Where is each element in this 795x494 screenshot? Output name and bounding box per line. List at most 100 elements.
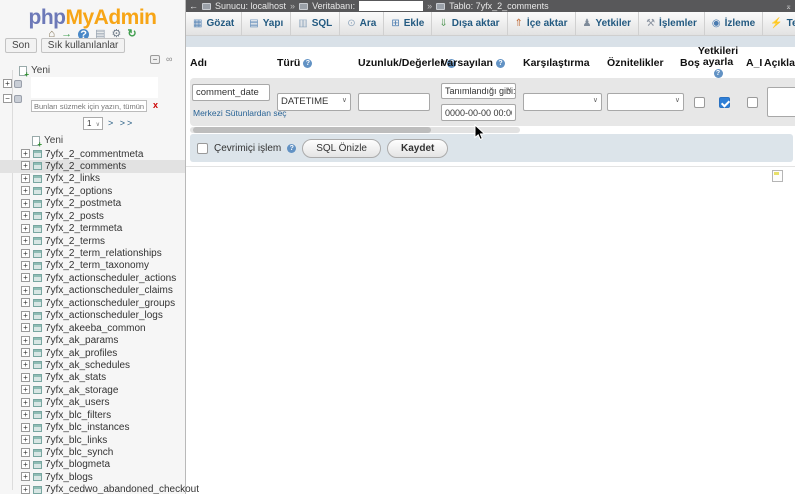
column-type-select[interactable]: DATETIME∨ [277,93,351,111]
phpmyadmin-logo[interactable]: phpMyAdmin [0,6,185,30]
table-name[interactable]: 7yfx_2_commentmeta [45,149,143,160]
help-icon[interactable]: ? [496,59,505,68]
nav-table-row[interactable]: + 7yfx_actionscheduler_groups [0,297,185,309]
nav-table-row[interactable]: + 7yfx_2_postmeta [0,198,185,210]
table-name[interactable]: 7yfx_blogmeta [45,459,110,470]
adjust-privileges-checkbox[interactable] [719,97,730,108]
table-name[interactable]: 7yfx_2_comments [45,161,126,172]
tab-item[interactable]: ⚡ Tetikleyiciler [763,12,795,35]
attributes-select[interactable]: ∨ [607,93,684,111]
expand-table-icon[interactable]: + [21,149,30,158]
nav-table-row[interactable]: + 7yfx_2_comments [0,160,185,172]
default-type-select[interactable]: Tanımlandığı gibi:∨ [441,83,516,99]
default-value-input[interactable] [441,104,516,121]
collapse-database-icon[interactable]: − [3,94,12,103]
help-icon[interactable]: ? [303,59,312,68]
table-name[interactable]: 7yfx_ak_params [45,335,118,346]
expand-table-icon[interactable]: + [21,398,30,407]
tab-item[interactable]: ⊙ Ara [340,12,384,35]
table-name[interactable]: 7yfx_2_postmeta [45,198,121,209]
nav-table-row[interactable]: + 7yfx_ak_users [0,397,185,409]
collation-select[interactable]: ∨ [523,93,602,111]
table-name[interactable]: 7yfx_ak_storage [45,385,118,396]
nav-table-row[interactable]: + 7yfx_ak_storage [0,384,185,396]
expand-table-icon[interactable]: + [21,385,30,394]
expand-table-icon[interactable]: + [21,435,30,444]
new-database-link[interactable]: Yeni [31,65,50,76]
help-icon[interactable]: ? [287,144,296,153]
scrollbar-thumb[interactable] [193,127,431,133]
preview-sql-button[interactable]: SQL Önizle [302,139,381,158]
nav-table-row[interactable]: + 7yfx_blc_instances [0,422,185,434]
table-name[interactable]: 7yfx_blc_filters [45,410,111,421]
tab-item[interactable]: ♟ Yetkiler [576,12,640,35]
column-name-input[interactable] [192,84,270,101]
nav-table-row[interactable]: + 7yfx_2_terms [0,235,185,247]
expand-table-icon[interactable]: + [21,410,30,419]
expand-table-icon[interactable]: + [21,348,30,357]
table-name[interactable]: 7yfx_ak_stats [45,372,106,383]
table-name[interactable]: 7yfx_blc_synch [45,447,113,458]
expand-database-icon[interactable]: + [3,79,12,88]
nav-table-row[interactable]: + 7yfx_2_posts [0,210,185,222]
expand-table-icon[interactable]: + [21,174,30,183]
expand-table-icon[interactable]: + [21,211,30,220]
table-name[interactable]: 7yfx_2_term_relationships [45,248,162,259]
expand-table-icon[interactable]: + [21,472,30,481]
nav-table-row[interactable]: + 7yfx_blogs [0,471,185,483]
nav-table-row[interactable]: + 7yfx_ak_params [0,335,185,347]
expand-table-icon[interactable]: + [21,448,30,457]
tree-page-select[interactable]: 1∨ [83,117,103,130]
tab-item[interactable]: ◉ İzleme [705,12,763,35]
table-name[interactable]: 7yfx_blc_links [45,435,107,446]
tab-favorites[interactable]: Sık kullanılanlar [41,38,126,53]
back-arrow-icon[interactable]: ← [189,1,198,11]
expand-table-icon[interactable]: + [21,360,30,369]
help-icon[interactable]: ? [714,69,723,78]
nav-table-row[interactable]: + 7yfx_2_options [0,185,185,197]
table-name[interactable]: 7yfx_actionscheduler_logs [45,310,163,321]
table-name[interactable]: 7yfx_blogs [45,472,93,483]
expand-table-icon[interactable]: + [21,286,30,295]
null-checkbox[interactable] [694,97,705,108]
nav-table-row[interactable]: + 7yfx_2_termmeta [0,223,185,235]
table-name[interactable]: 7yfx_ak_users [45,397,109,408]
nav-table-row[interactable]: + 7yfx_cedwo_abandoned_checkout [0,484,185,494]
table-name[interactable]: 7yfx_blc_instances [45,422,130,433]
nav-table-row[interactable]: + 7yfx_actionscheduler_claims [0,285,185,297]
expand-table-icon[interactable]: + [21,485,30,494]
table-name[interactable]: 7yfx_cedwo_abandoned_checkout [45,484,199,494]
breadcrumb-database-name-redacted[interactable] [359,1,423,11]
expand-table-icon[interactable]: + [21,311,30,320]
auto-increment-checkbox[interactable] [747,97,758,108]
expand-table-icon[interactable]: + [21,373,30,382]
nav-table-row[interactable]: + 7yfx_blogmeta [0,459,185,471]
nav-table-row[interactable]: + 7yfx_akeeba_common [0,322,185,334]
tree-filter-input[interactable] [31,100,147,112]
online-transaction-checkbox[interactable] [197,143,208,154]
breadcrumb-database[interactable]: Veritabanı: [312,1,355,11]
expand-table-icon[interactable]: + [21,261,30,270]
nav-table-row[interactable]: + 7yfx_2_term_relationships [0,248,185,260]
table-name[interactable]: 7yfx_2_links [45,173,100,184]
expand-table-icon[interactable]: + [21,224,30,233]
table-name[interactable]: 7yfx_2_options [45,186,112,197]
table-name[interactable]: 7yfx_actionscheduler_claims [45,285,173,296]
nav-table-row[interactable]: + 7yfx_ak_schedules [0,359,185,371]
tab-item[interactable]: ▤ Yapı [242,12,291,35]
filter-clear-icon[interactable]: x [153,100,158,110]
expand-table-icon[interactable]: + [21,199,30,208]
tree-page-next-links[interactable]: > >> [108,118,134,128]
expand-table-icon[interactable]: + [21,249,30,258]
tab-item[interactable]: ⇓ Dışa aktar [432,12,507,35]
expand-table-icon[interactable]: + [21,273,30,282]
table-name[interactable]: 7yfx_ak_profiles [45,348,117,359]
table-name[interactable]: 7yfx_akeeba_common [45,323,146,334]
horizontal-scrollbar[interactable] [190,127,520,133]
central-columns-link[interactable]: Merkezi Sütunlardan seç [193,108,287,118]
table-name[interactable]: 7yfx_2_term_taxonomy [45,260,149,271]
expand-table-icon[interactable]: + [21,186,30,195]
nav-table-row[interactable]: + 7yfx_2_links [0,173,185,185]
table-name[interactable]: 7yfx_actionscheduler_groups [45,298,175,309]
nav-table-row[interactable]: + 7yfx_actionscheduler_logs [0,310,185,322]
